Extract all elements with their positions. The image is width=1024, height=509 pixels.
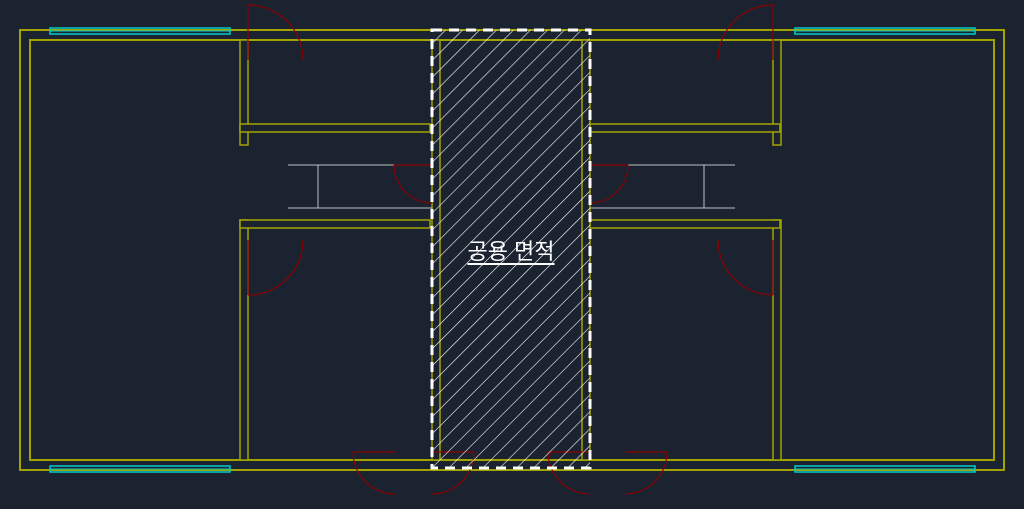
cad-canvas[interactable]: 공용 면적 (0, 0, 1024, 509)
floor-plan-svg (0, 0, 1024, 509)
